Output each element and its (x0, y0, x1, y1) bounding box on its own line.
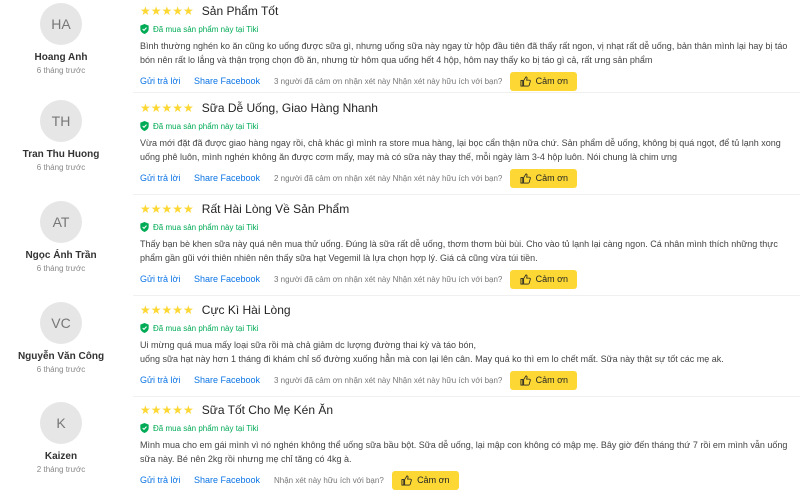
verified-label: Đã mua sản phẩm này tại Tiki (153, 323, 259, 333)
reply-link[interactable]: Gửi trả lời (140, 475, 194, 485)
helpful-text: 2 người đã cảm ơn nhận xét này Nhận xét … (274, 173, 503, 183)
thanks-label: Cảm ơn (417, 475, 450, 485)
verified-purchase: Đã mua sản phẩm này tại Tiki (140, 322, 800, 334)
review-item: HA Hoang Anh 6 tháng trước ★★★★★ Sản Phẩ… (0, 3, 800, 93)
star-rating-icons: ★★★★★ (140, 303, 194, 317)
review-time: 6 tháng trước (36, 264, 86, 273)
review-time: 6 tháng trước (36, 66, 86, 75)
review-item: AT Ngọc Ánh Trần 6 tháng trước ★★★★★ Rất… (0, 201, 800, 296)
divider (133, 92, 800, 93)
divider (133, 194, 800, 195)
review-body: Thấy bạn bè khen sữa này quá nên mua thử… (140, 239, 778, 263)
author-name: Nguyễn Văn Công (17, 351, 105, 362)
shield-check-icon (140, 121, 149, 131)
avatar: K (40, 402, 82, 444)
star-rating-icons: ★★★★★ (140, 202, 194, 216)
thumbs-up-icon (520, 173, 531, 183)
star-rating-icons: ★★★★★ (140, 403, 194, 417)
share-facebook-link[interactable]: Share Facebook (194, 475, 274, 485)
review-time: 2 tháng trước (36, 465, 86, 474)
helpful-text: Nhận xét này hữu ích với bạn? (274, 475, 384, 485)
review-time: 6 tháng trước (36, 163, 86, 172)
author-name: Ngọc Ánh Trần (25, 250, 97, 261)
author-name: Hoang Anh (34, 52, 88, 63)
review-author: AT Ngọc Ánh Trần 6 tháng trước (0, 201, 122, 273)
author-name: Tran Thu Huong (22, 149, 100, 160)
review-title: Sản Phẩm Tốt (201, 4, 279, 18)
reply-link[interactable]: Gửi trả lời (140, 274, 194, 284)
review-body: Ui mừng quá mua mấy loại sữa rồi mà chả … (140, 340, 724, 364)
review-author: VC Nguyễn Văn Công 6 tháng trước (0, 302, 122, 374)
helpful-text: 3 người đã cảm ơn nhận xét này Nhận xét … (274, 375, 503, 385)
thumbs-up-icon (520, 76, 531, 86)
review-content: ★★★★★ Sữa Tốt Cho Mẹ Kén Ăn Đã mua sản p… (140, 402, 800, 490)
avatar: AT (40, 201, 82, 243)
reply-link[interactable]: Gửi trả lời (140, 173, 194, 183)
review-content: ★★★★★ Sản Phẩm Tốt Đã mua sản phẩm này t… (140, 3, 800, 91)
thanks-label: Cảm ơn (535, 173, 569, 183)
review-author: TH Tran Thu Huong 6 tháng trước (0, 100, 122, 172)
thanks-button[interactable]: Cảm ơn (510, 71, 578, 91)
reply-link[interactable]: Gửi trả lời (140, 375, 194, 385)
helpful-text: 3 người đã cảm ơn nhận xét này Nhận xét … (274, 274, 503, 284)
review-content: ★★★★★ Cực Kì Hài Lòng Đã mua sản phẩm nà… (140, 302, 800, 390)
review-title: Rất Hài Lòng Về Sản Phẩm (201, 202, 350, 216)
thanks-button[interactable]: Cảm ơn (391, 470, 459, 490)
share-facebook-link[interactable]: Share Facebook (194, 274, 274, 284)
share-facebook-link[interactable]: Share Facebook (194, 76, 274, 86)
share-facebook-link[interactable]: Share Facebook (194, 375, 274, 385)
verified-label: Đã mua sản phẩm này tại Tiki (153, 24, 259, 34)
review-body: Vừa mới đặt đã được giao hàng ngay rồi, … (140, 138, 781, 162)
shield-check-icon (140, 423, 149, 433)
thanks-button[interactable]: Cảm ơn (510, 370, 578, 390)
divider (133, 396, 800, 397)
review-content: ★★★★★ Rất Hài Lòng Về Sản Phẩm Đã mua sả… (140, 201, 800, 289)
verified-purchase: Đã mua sản phẩm này tại Tiki (140, 23, 800, 35)
thumbs-up-icon (520, 274, 531, 284)
thanks-label: Cảm ơn (535, 274, 569, 284)
review-title: Sữa Tốt Cho Mẹ Kén Ăn (201, 403, 334, 417)
helpful-text: 3 người đã cảm ơn nhận xét này Nhận xét … (274, 76, 503, 86)
thanks-button[interactable]: Cảm ơn (510, 269, 578, 289)
shield-check-icon (140, 222, 149, 232)
review-body: Mình mua cho em gái mình vì nó nghén khô… (140, 440, 788, 464)
verified-label: Đã mua sản phẩm này tại Tiki (153, 121, 259, 131)
avatar: HA (40, 3, 82, 45)
thanks-label: Cảm ơn (535, 76, 569, 86)
thumbs-up-icon (401, 475, 412, 485)
review-author: K Kaizen 2 tháng trước (0, 402, 122, 474)
verified-label: Đã mua sản phẩm này tại Tiki (153, 423, 259, 433)
review-title: Sữa Dễ Uống, Giao Hàng Nhanh (201, 101, 378, 115)
share-facebook-link[interactable]: Share Facebook (194, 173, 274, 183)
shield-check-icon (140, 323, 149, 333)
review-item: TH Tran Thu Huong 6 tháng trước ★★★★★ Sữ… (0, 100, 800, 195)
thanks-label: Cảm ơn (535, 375, 569, 385)
verified-purchase: Đã mua sản phẩm này tại Tiki (140, 422, 800, 434)
thanks-button[interactable]: Cảm ơn (510, 168, 578, 188)
avatar: VC (40, 302, 82, 344)
review-content: ★★★★★ Sữa Dễ Uống, Giao Hàng Nhanh Đã mu… (140, 100, 800, 188)
avatar: TH (40, 100, 82, 142)
review-item: K Kaizen 2 tháng trước ★★★★★ Sữa Tốt Cho… (0, 402, 800, 493)
review-title: Cực Kì Hài Lòng (201, 303, 291, 317)
reply-link[interactable]: Gửi trả lời (140, 76, 194, 86)
divider (133, 295, 800, 296)
author-name: Kaizen (44, 451, 78, 462)
thumbs-up-icon (520, 375, 531, 385)
verified-purchase: Đã mua sản phẩm này tại Tiki (140, 221, 800, 233)
review-item: VC Nguyễn Văn Công 6 tháng trước ★★★★★ C… (0, 302, 800, 397)
star-rating-icons: ★★★★★ (140, 4, 194, 18)
review-time: 6 tháng trước (36, 365, 86, 374)
review-author: HA Hoang Anh 6 tháng trước (0, 3, 122, 75)
verified-label: Đã mua sản phẩm này tại Tiki (153, 222, 259, 232)
star-rating-icons: ★★★★★ (140, 101, 194, 115)
verified-purchase: Đã mua sản phẩm này tại Tiki (140, 120, 800, 132)
review-body: Bình thường nghén ko ăn cũng ko uống đượ… (140, 41, 788, 65)
shield-check-icon (140, 24, 149, 34)
